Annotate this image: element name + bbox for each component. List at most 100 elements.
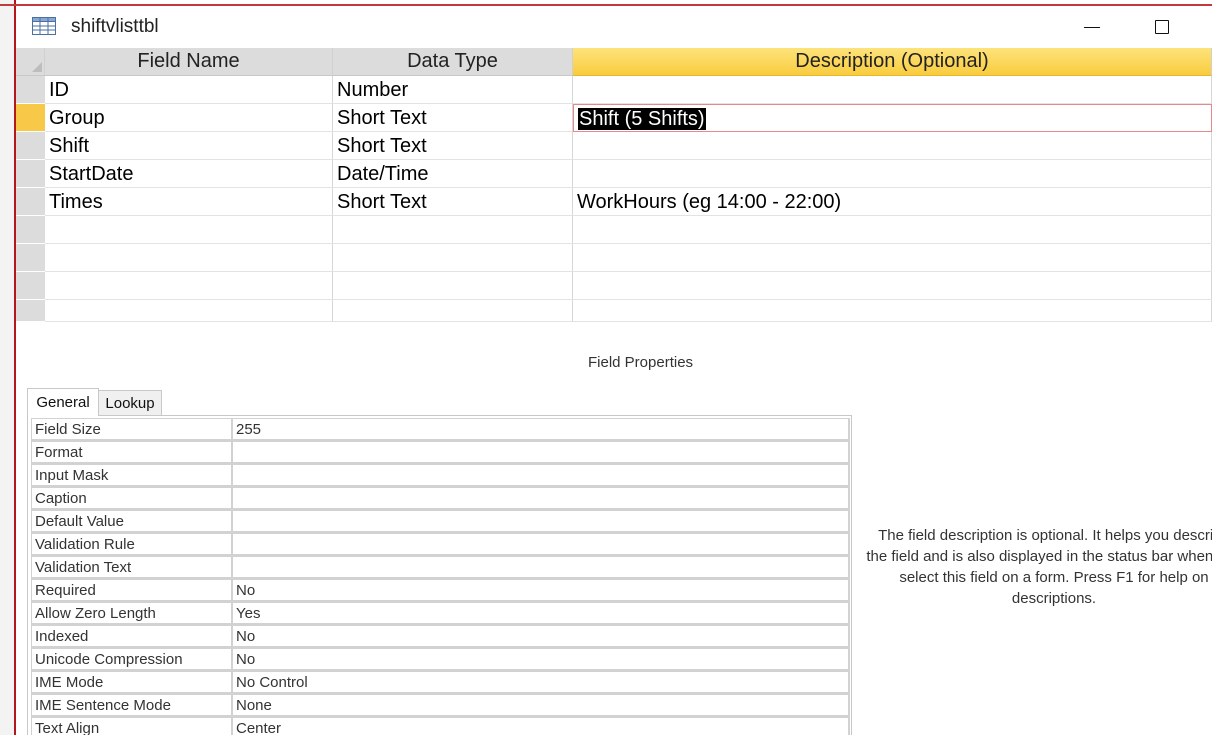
property-value[interactable]: No	[231, 648, 850, 671]
field-properties-label: Field Properties	[588, 354, 694, 371]
description-cell[interactable]	[573, 76, 1212, 104]
description-cell-focused[interactable]: Shift (5 Shifts)	[573, 104, 1212, 132]
property-name[interactable]: Required	[31, 579, 231, 602]
description-cell[interactable]	[573, 160, 1212, 188]
title-bar[interactable]: shiftvlisttbl	[16, 6, 1212, 48]
field-name-cell[interactable]: ID	[45, 76, 333, 104]
selected-description-text[interactable]: Shift (5 Shifts)	[578, 108, 706, 130]
property-value[interactable]	[231, 441, 850, 464]
header-field-name[interactable]: Field Name	[45, 48, 333, 76]
data-type-cell[interactable]: Short Text	[333, 132, 573, 160]
property-row: IME Mode No Control	[31, 671, 850, 694]
field-name-cell[interactable]: StartDate	[45, 160, 333, 188]
property-value[interactable]	[231, 464, 850, 487]
property-row: Text Align Center	[31, 717, 850, 735]
grid-row: StartDate Date/Time	[16, 160, 1212, 188]
property-name[interactable]: Validation Text	[31, 556, 231, 579]
row-selector[interactable]	[16, 216, 45, 244]
minimize-icon	[1084, 26, 1100, 28]
property-row: Required No	[31, 579, 850, 602]
property-name[interactable]: Field Size	[31, 418, 231, 441]
property-value[interactable]: No	[231, 579, 850, 602]
grid-row-empty	[16, 300, 1212, 322]
data-type-cell[interactable]	[333, 272, 573, 300]
field-name-cell[interactable]	[45, 216, 333, 244]
property-row: Indexed No	[31, 625, 850, 648]
field-name-cell[interactable]	[45, 244, 333, 272]
property-row: Input Mask	[31, 464, 850, 487]
row-selector-active[interactable]	[16, 104, 45, 132]
property-name[interactable]: IME Sentence Mode	[31, 694, 231, 717]
select-all-corner[interactable]	[16, 48, 45, 76]
table-design-window: shiftvlisttbl Field Name Data Type Descr…	[0, 0, 1212, 735]
property-name[interactable]: Validation Rule	[31, 533, 231, 556]
field-properties-table: Field Size 255 Format Input Mask Caption…	[27, 415, 852, 735]
grid-row: Times Short Text WorkHours (eg 14:00 - 2…	[16, 188, 1212, 216]
minimize-button[interactable]	[1072, 12, 1112, 42]
description-cell[interactable]	[573, 216, 1212, 244]
data-type-cell[interactable]	[333, 300, 573, 322]
header-data-type[interactable]: Data Type	[333, 48, 573, 76]
grid-row: ID Number	[16, 76, 1212, 104]
data-type-cell[interactable]: Number	[333, 76, 573, 104]
tab-lookup[interactable]: Lookup	[99, 390, 162, 416]
property-name[interactable]: Default Value	[31, 510, 231, 533]
property-row: Format	[31, 441, 850, 464]
property-value[interactable]: Yes	[231, 602, 850, 625]
property-value[interactable]: 255	[231, 418, 850, 441]
description-cell[interactable]	[573, 244, 1212, 272]
grid-row-empty	[16, 244, 1212, 272]
grid-row-active: Group Short Text Shift (5 Shifts)	[16, 104, 1212, 132]
property-row: IME Sentence Mode None	[31, 694, 850, 717]
window-left-border	[0, 0, 16, 735]
property-value[interactable]: None	[231, 694, 850, 717]
row-selector[interactable]	[16, 272, 45, 300]
data-type-cell[interactable]: Short Text	[333, 188, 573, 216]
description-cell[interactable]	[573, 272, 1212, 300]
description-cell[interactable]	[573, 132, 1212, 160]
property-value[interactable]	[231, 533, 850, 556]
field-name-cell[interactable]	[45, 300, 333, 322]
header-description[interactable]: Description (Optional)	[573, 48, 1212, 76]
property-value[interactable]: No Control	[231, 671, 850, 694]
row-selector[interactable]	[16, 132, 45, 160]
field-name-cell[interactable]: Shift	[45, 132, 333, 160]
property-value[interactable]: No	[231, 625, 850, 648]
property-name[interactable]: Format	[31, 441, 231, 464]
description-cell[interactable]: WorkHours (eg 14:00 - 22:00)	[573, 188, 1212, 216]
property-value[interactable]: Center	[231, 717, 850, 735]
maximize-button[interactable]	[1142, 12, 1182, 42]
row-selector[interactable]	[16, 76, 45, 104]
field-name-cell[interactable]: Group	[45, 104, 333, 132]
property-name[interactable]: IME Mode	[31, 671, 231, 694]
tab-general[interactable]: General	[27, 388, 99, 416]
property-name[interactable]: Allow Zero Length	[31, 602, 231, 625]
row-selector[interactable]	[16, 160, 45, 188]
property-name[interactable]: Unicode Compression	[31, 648, 231, 671]
property-name[interactable]: Indexed	[31, 625, 231, 648]
property-row: Caption	[31, 487, 850, 510]
data-type-cell[interactable]: Short Text	[333, 104, 573, 132]
property-value[interactable]	[231, 556, 850, 579]
grid-row-empty	[16, 216, 1212, 244]
property-name[interactable]: Input Mask	[31, 464, 231, 487]
property-row: Validation Rule	[31, 533, 850, 556]
property-row: Default Value	[31, 510, 850, 533]
row-selector[interactable]	[16, 300, 45, 322]
data-type-cell[interactable]	[333, 216, 573, 244]
property-row: Validation Text	[31, 556, 850, 579]
row-selector[interactable]	[16, 188, 45, 216]
field-name-cell[interactable]: Times	[45, 188, 333, 216]
description-cell[interactable]	[573, 300, 1212, 322]
property-name[interactable]: Text Align	[31, 717, 231, 735]
property-value[interactable]	[231, 487, 850, 510]
data-type-cell[interactable]	[333, 244, 573, 272]
property-value[interactable]	[231, 510, 850, 533]
data-type-cell[interactable]: Date/Time	[333, 160, 573, 188]
maximize-icon	[1155, 20, 1169, 34]
field-name-cell[interactable]	[45, 272, 333, 300]
grid-header: Field Name Data Type Description (Option…	[16, 48, 1212, 76]
row-selector[interactable]	[16, 244, 45, 272]
corner-triangle-icon	[32, 62, 42, 72]
property-name[interactable]: Caption	[31, 487, 231, 510]
